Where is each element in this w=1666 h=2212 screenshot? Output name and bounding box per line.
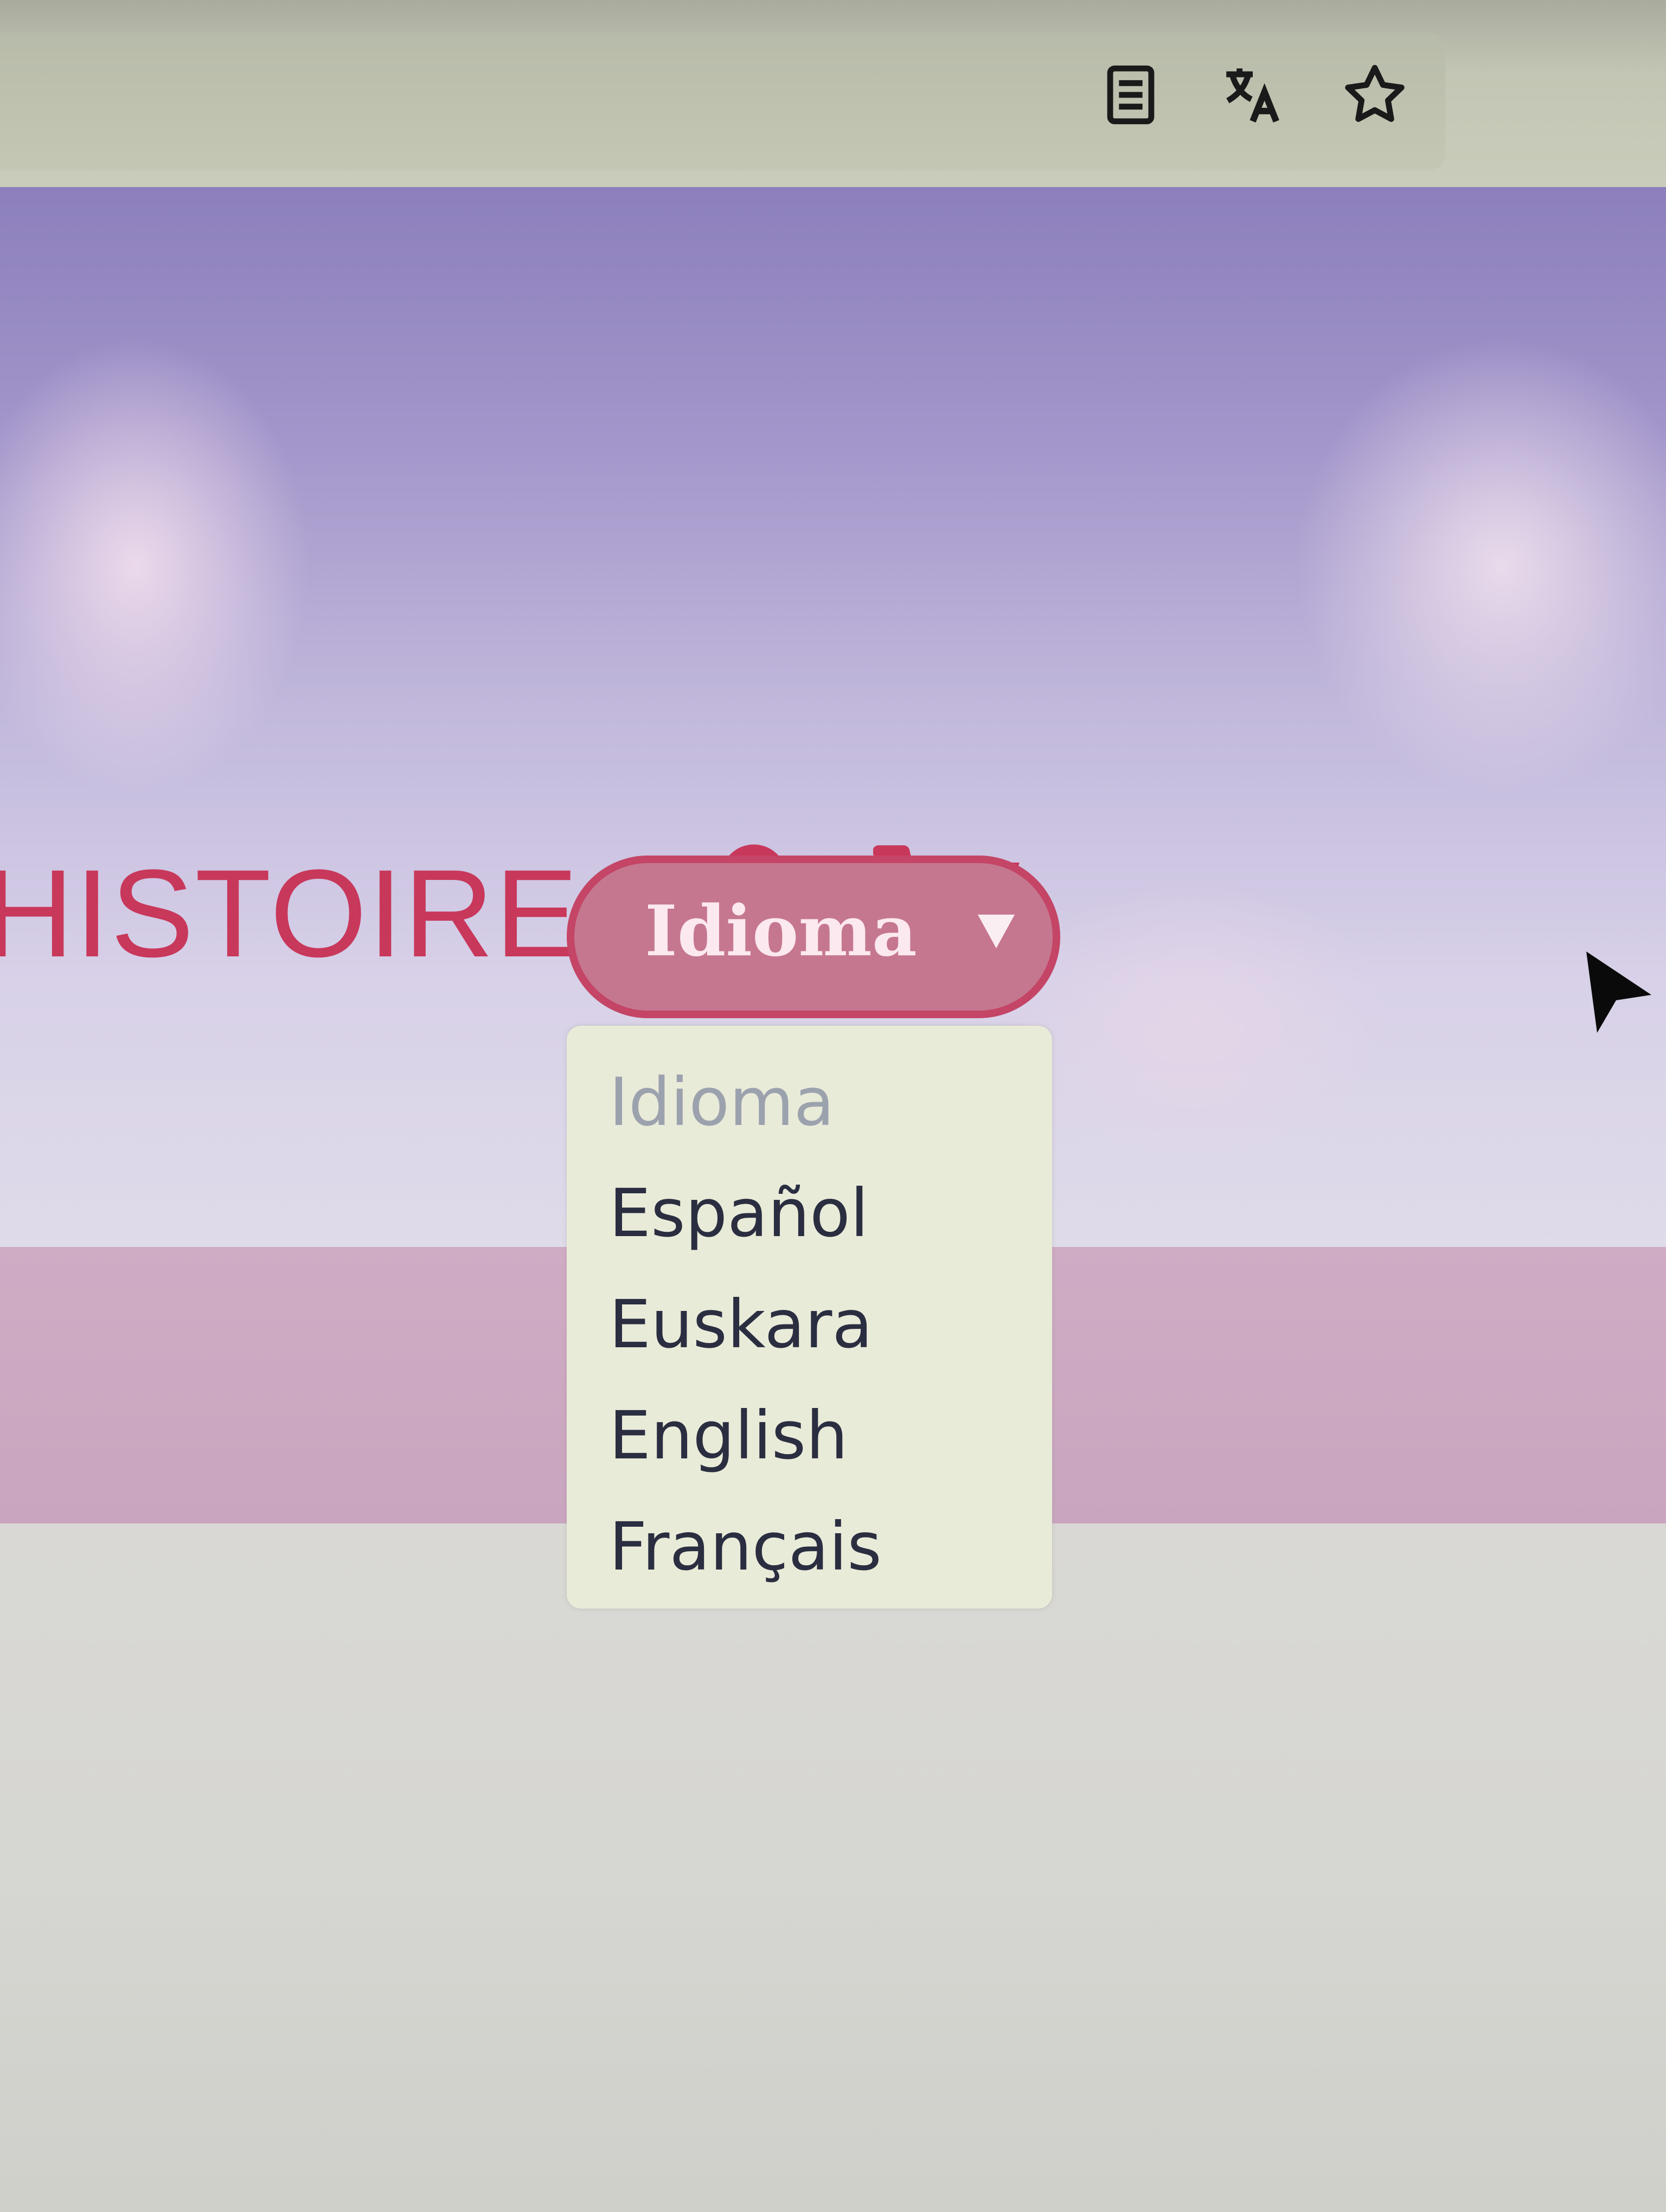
mouse-cursor-icon [1586,951,1651,1033]
translate-icon[interactable] [1215,57,1291,133]
page-body [0,1523,1666,2212]
language-option-francais[interactable]: Français [609,1514,882,1580]
language-select[interactable]: Idioma [567,856,1060,1018]
chevron-down-icon [978,915,1015,948]
bookmark-star-icon[interactable] [1337,57,1413,133]
language-select-value: Idioma [645,891,917,972]
reader-view-icon[interactable] [1093,57,1169,133]
site-title[interactable]: HISTOIRES [0,851,663,976]
language-dropdown-list: Idioma Español Euskara English Français [567,1026,1052,1609]
browser-toolbar [0,0,1666,187]
language-option-euskara[interactable]: Euskara [609,1291,873,1358]
language-option-placeholder: Idioma [609,1064,835,1141]
language-option-english[interactable]: English [609,1403,848,1469]
language-option-espanol[interactable]: Español [609,1180,869,1246]
